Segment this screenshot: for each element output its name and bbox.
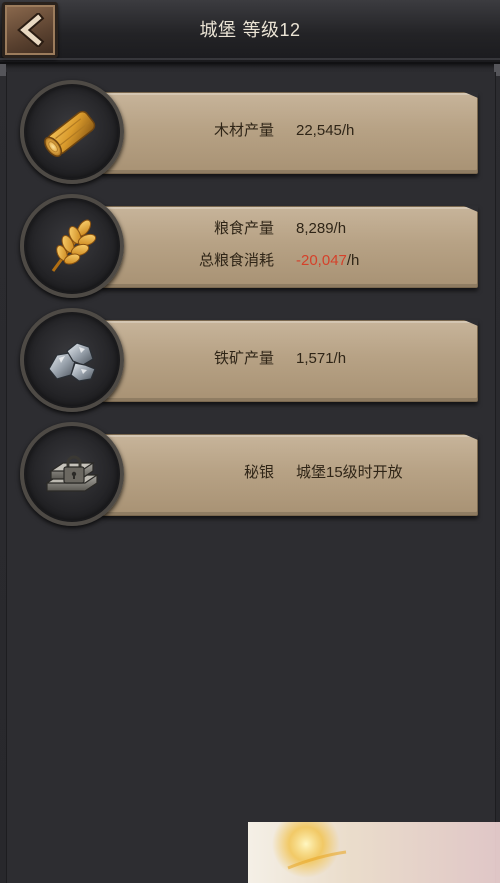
- resource-row-food: 粮食产量 8,289/h 总粮食消耗 -20,047/h: [0, 194, 500, 298]
- stat-value: -20,047/h: [296, 250, 359, 272]
- stat-label: 总粮食消耗: [198, 252, 274, 269]
- page-title: 城堡 等级12: [0, 0, 500, 62]
- wood-log-icon: [20, 80, 124, 184]
- food-production-stat: 粮食产量 8,289/h: [150, 218, 470, 240]
- resource-production-screen: 城堡 等级12 木材产量 22,545/h 粮食产量 8,289/h 总粮食消耗…: [0, 0, 500, 883]
- chevron-left-icon: [17, 13, 45, 47]
- stat-label: 木材产量: [213, 122, 274, 139]
- food-consumption-stat: 总粮食消耗 -20,047/h: [150, 250, 470, 272]
- resource-row-wood: 木材产量 22,545/h: [0, 80, 500, 184]
- locked-silver-ingot-icon: [20, 422, 124, 526]
- stat-label: 秘银: [243, 464, 274, 481]
- rate-unit: /h: [346, 252, 360, 269]
- top-bar: 城堡 等级12: [0, 0, 500, 64]
- iron-ore-icon: [20, 308, 124, 412]
- wheat-icon: [20, 194, 124, 298]
- resource-row-mithril: 秘银 城堡15级时开放: [0, 422, 500, 526]
- iron-production-stat: 铁矿产量 1,571/h: [150, 348, 470, 370]
- wood-production-stat: 木材产量 22,545/h: [150, 120, 470, 142]
- resource-row-iron: 铁矿产量 1,571/h: [0, 308, 500, 412]
- stat-value: 22,545/h: [296, 122, 355, 139]
- unlock-requirement: 城堡15级时开放: [296, 464, 403, 481]
- header-divider: [0, 58, 500, 60]
- stat-label: 粮食产量: [213, 220, 274, 237]
- watermark-logo: [248, 822, 500, 883]
- back-button[interactable]: [2, 2, 58, 58]
- stat-value: 8,289/h: [296, 220, 347, 237]
- castle-level: 等级12: [242, 20, 301, 40]
- castle-name: 城堡: [199, 20, 237, 40]
- stat-value: 1,571/h: [296, 350, 347, 367]
- negative-amount: -20,047: [296, 252, 347, 269]
- mithril-status-stat: 秘银 城堡15级时开放: [150, 462, 470, 484]
- stat-label: 铁矿产量: [213, 350, 274, 367]
